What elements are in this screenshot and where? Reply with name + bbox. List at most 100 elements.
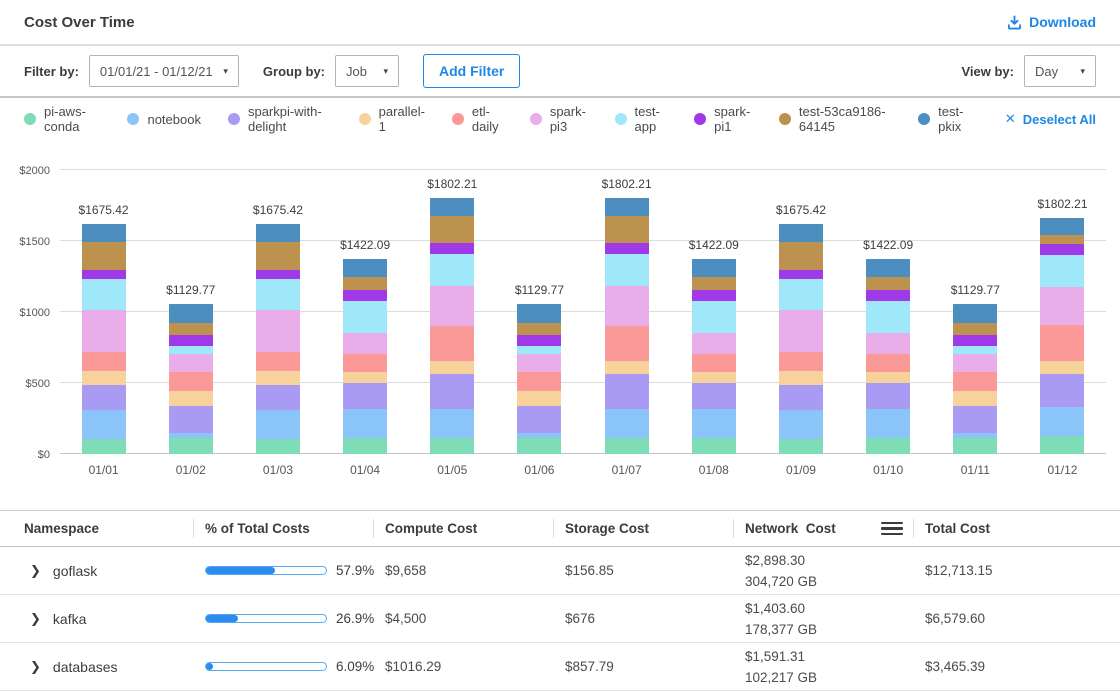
- stacked-bar-01/08[interactable]: $1422.09: [692, 259, 736, 454]
- legend-item-label: test-53ca9186-64145: [799, 104, 891, 134]
- x-axis-tick-label: 01/03: [263, 463, 293, 477]
- bar-segment-test-53ca9186-64145: [169, 323, 213, 335]
- bar-segment-test-pkix: [430, 198, 474, 216]
- compute-cost-cell: $4,500: [373, 611, 553, 626]
- deselect-all-button[interactable]: ✕ Deselect All: [1005, 111, 1096, 127]
- column-header-pct-total-costs[interactable]: % of Total Costs: [193, 511, 373, 546]
- group-by-select[interactable]: Job ▾: [335, 55, 399, 87]
- download-button[interactable]: Download: [1007, 14, 1096, 30]
- bar-segment-spark-pi1: [343, 290, 387, 301]
- bar-slot: $1129.7701/02: [147, 170, 234, 454]
- legend-item-label: spark-pi3: [550, 104, 588, 134]
- x-axis-tick-label: 01/07: [612, 463, 642, 477]
- namespace-cost-table: Namespace % of Total Costs Compute Cost …: [0, 510, 1120, 691]
- legend-item-parallel-1[interactable]: parallel-1: [359, 104, 425, 134]
- network-cost-value: $2,898.30: [745, 550, 913, 571]
- stacked-bar-01/04[interactable]: $1422.09: [343, 259, 387, 454]
- x-axis-tick-label: 01/02: [176, 463, 206, 477]
- pct-label: 26.9%: [336, 611, 374, 626]
- legend-item-test-53ca9186-64145[interactable]: test-53ca9186-64145: [779, 104, 891, 134]
- bar-segment-parallel-1: [430, 361, 474, 374]
- legend-item-test-app[interactable]: test-app: [615, 104, 668, 134]
- stacked-bar-01/11[interactable]: $1129.77: [953, 304, 997, 454]
- legend-item-spark-pi3[interactable]: spark-pi3: [530, 104, 588, 134]
- chevron-right-icon[interactable]: ❯: [30, 611, 41, 627]
- stacked-bar-01/07[interactable]: $1802.21: [605, 198, 649, 454]
- stacked-bar-01/10[interactable]: $1422.09: [866, 259, 910, 454]
- bar-segment-test-app: [82, 279, 126, 310]
- bar-slot: $1802.2101/05: [409, 170, 496, 454]
- bar-total-label: $1675.42: [776, 203, 826, 217]
- bar-segment-notebook: [82, 410, 126, 438]
- stacked-bar-01/06[interactable]: $1129.77: [517, 304, 561, 454]
- compute-cost-cell: $1016.29: [373, 659, 553, 674]
- total-cost-cell: $6,579.60: [913, 611, 1120, 626]
- pct-total-costs-cell: 26.9%: [193, 611, 373, 626]
- bar-segment-spark-pi3: [1040, 287, 1084, 325]
- pct-label: 6.09%: [336, 659, 374, 674]
- table-row-goflask: ❯goflask57.9%$9,658$156.85$2,898.30304,7…: [0, 547, 1120, 595]
- bar-segment-test-pkix: [953, 304, 997, 323]
- bar-segment-parallel-1: [256, 371, 300, 385]
- column-header-network-cost[interactable]: Network Cost: [733, 511, 913, 546]
- bar-total-label: $1129.77: [515, 283, 564, 297]
- pct-total-costs-cell: 6.09%: [193, 659, 373, 674]
- bar-segment-spark-pi1: [866, 290, 910, 301]
- bar-segment-test-app: [779, 279, 823, 310]
- column-header-compute-cost[interactable]: Compute Cost: [373, 511, 553, 546]
- bar-segment-test-pkix: [82, 224, 126, 241]
- stacked-bar-01/01[interactable]: $1675.42: [82, 224, 126, 454]
- column-header-storage-cost[interactable]: Storage Cost: [553, 511, 733, 546]
- bar-segment-spark-pi3: [430, 286, 474, 325]
- chevron-right-icon[interactable]: ❯: [30, 659, 41, 675]
- bar-segment-etl-daily: [779, 352, 823, 371]
- bar-segment-notebook: [430, 409, 474, 438]
- legend-item-etl-daily[interactable]: etl-daily: [452, 104, 503, 134]
- view-by-value: Day: [1035, 64, 1058, 79]
- column-menu-icon[interactable]: [881, 522, 903, 536]
- bar-segment-notebook: [343, 409, 387, 438]
- bar-segment-parallel-1: [169, 391, 213, 406]
- bar-segment-etl-daily: [343, 354, 387, 372]
- bar-total-label: $1802.21: [602, 177, 652, 191]
- bar-segment-spark-pi3: [866, 333, 910, 354]
- bar-segment-test-53ca9186-64145: [605, 216, 649, 243]
- filter-by-label: Filter by:: [24, 64, 79, 79]
- legend-item-test-pkix[interactable]: test-pkix: [918, 104, 972, 134]
- bar-segment-pi-aws-conda: [1040, 436, 1084, 454]
- bar-slot: $1802.2101/12: [1019, 170, 1106, 454]
- legend-item-sparkpi-with-delight[interactable]: sparkpi-with-delight: [228, 104, 332, 134]
- group-by-label: Group by:: [263, 64, 325, 79]
- date-range-select[interactable]: 01/01/21 - 01/12/21 ▾: [89, 55, 239, 87]
- bar-segment-etl-daily: [953, 372, 997, 391]
- bar-segment-pi-aws-conda: [343, 438, 387, 454]
- bar-segment-pi-aws-conda: [953, 438, 997, 454]
- legend-item-pi-aws-conda[interactable]: pi-aws-conda: [24, 104, 100, 134]
- deselect-all-label: Deselect All: [1023, 112, 1096, 127]
- add-filter-button[interactable]: Add Filter: [423, 54, 520, 88]
- chevron-down-icon: ▾: [383, 67, 388, 76]
- bar-segment-parallel-1: [1040, 361, 1084, 374]
- bar-segment-spark-pi1: [953, 335, 997, 347]
- x-axis-tick-label: 01/11: [961, 463, 990, 477]
- network-gb-value: 178,377 GB: [745, 619, 913, 640]
- stacked-bar-01/05[interactable]: $1802.21: [430, 198, 474, 454]
- bar-segment-test-pkix: [605, 198, 649, 216]
- legend-item-notebook[interactable]: notebook: [127, 112, 201, 127]
- x-axis-tick-label: 01/06: [524, 463, 554, 477]
- column-header-total-cost[interactable]: Total Cost: [913, 511, 1120, 546]
- legend-dot-icon: [615, 113, 627, 125]
- column-header-namespace[interactable]: Namespace: [0, 511, 193, 546]
- bar-segment-notebook: [866, 409, 910, 438]
- stacked-bar-01/03[interactable]: $1675.42: [256, 224, 300, 454]
- stacked-bar-01/09[interactable]: $1675.42: [779, 224, 823, 454]
- bar-segment-spark-pi1: [692, 290, 736, 301]
- bar-slot: $1422.0901/10: [845, 170, 932, 454]
- view-by-select[interactable]: Day ▾: [1024, 55, 1096, 87]
- stacked-bar-01/12[interactable]: $1802.21: [1040, 218, 1084, 454]
- bar-segment-pi-aws-conda: [692, 438, 736, 454]
- chart-legend: pi-aws-conda notebook sparkpi-with-delight…: [0, 98, 1120, 140]
- chevron-right-icon[interactable]: ❯: [30, 563, 41, 579]
- stacked-bar-01/02[interactable]: $1129.77: [169, 304, 213, 454]
- legend-item-spark-pi1[interactable]: spark-pi1: [694, 104, 752, 134]
